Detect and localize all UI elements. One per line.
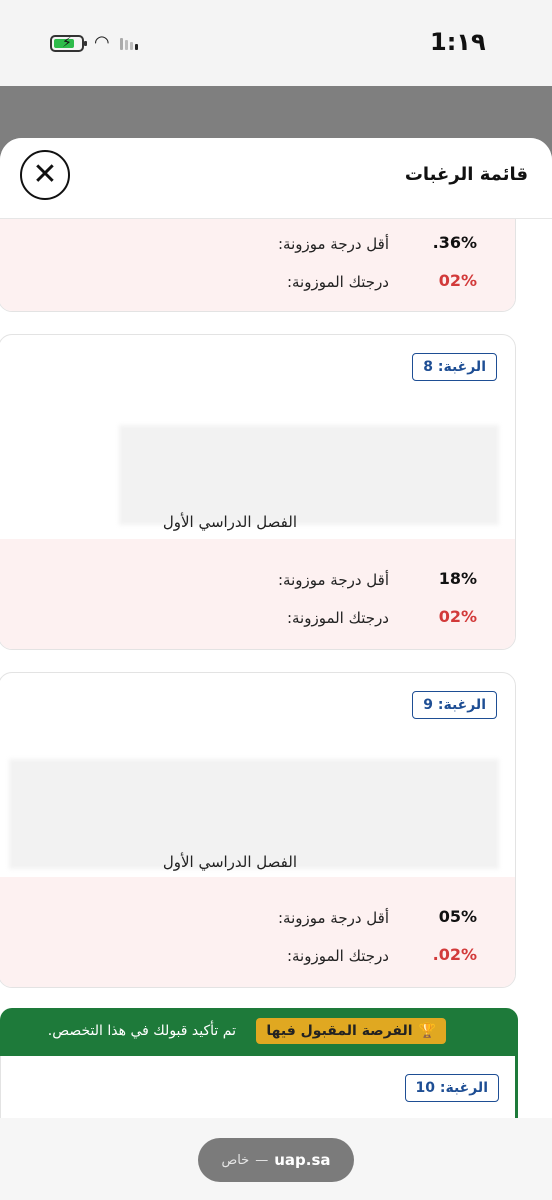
min-score-value: .36% xyxy=(432,233,477,252)
private-mode-label: خاص xyxy=(221,1152,250,1168)
close-icon: ✕ xyxy=(32,157,58,192)
sheet-title: قائمة الرغبات xyxy=(404,164,528,185)
min-score-value: 18% xyxy=(438,569,477,588)
wish-rank-badge: الرغبة: 10 xyxy=(404,1074,499,1102)
accepted-text: تم تأكيد قبولك في هذا التخصص. xyxy=(47,1023,236,1039)
your-score-value: 02% xyxy=(438,607,477,626)
address-bar[interactable]: خاص — uap.sa xyxy=(198,1138,354,1182)
wish-card: الرغبة: 8 الفصل الدراسي الأول أقل درجة م… xyxy=(0,334,516,650)
battery-charging-icon: ⚡ xyxy=(50,34,87,52)
min-score-label: أقل درجة موزونة: xyxy=(277,571,389,589)
min-score-row: أقل درجة موزونة: .36% xyxy=(277,233,477,253)
wifi-icon: ◠ xyxy=(94,32,110,53)
min-score-value: 05% xyxy=(438,907,477,926)
status-time: 1:١٩ xyxy=(430,28,486,56)
your-score-label: درجتك الموزونة: xyxy=(286,273,389,291)
your-score-value: 02% xyxy=(438,271,477,290)
accepted-banner: 🏆 الفرصة المقبول فيها تم تأكيد قبولك في … xyxy=(0,1008,518,1056)
min-score-label: أقل درجة موزونة: xyxy=(277,235,389,253)
your-score-row: درجتك الموزونة: 02% xyxy=(286,271,477,291)
your-score-label: درجتك الموزونة: xyxy=(286,609,389,627)
status-bar: ⚡ ◠ 1:١٩ xyxy=(0,0,552,86)
your-score-value: .02% xyxy=(432,945,477,964)
close-button[interactable]: ✕ xyxy=(20,150,70,200)
status-icons: ⚡ ◠ xyxy=(50,34,138,52)
semester-text: الفصل الدراسي الأول xyxy=(162,513,297,531)
browser-bottom-bar: خاص — uap.sa xyxy=(0,1118,552,1200)
your-score-row: درجتك الموزونة: 02% xyxy=(286,607,477,627)
wishlist-sheet: ✕ قائمة الرغبات أقل درجة موزونة: .36% در… xyxy=(0,138,552,1200)
cellular-signal-icon xyxy=(119,36,138,50)
wishlist-content: أقل درجة موزونة: .36% درجتك الموزونة: 02… xyxy=(0,198,552,1136)
separator: — xyxy=(255,1152,269,1168)
min-score-row: أقل درجة موزونة: 18% xyxy=(277,569,477,589)
domain-text: uap.sa xyxy=(274,1151,331,1169)
wish-rank-badge: الرغبة: 8 xyxy=(412,353,497,381)
semester-text: الفصل الدراسي الأول xyxy=(162,853,297,871)
min-score-label: أقل درجة موزونة: xyxy=(277,909,389,927)
wish-card: الرغبة: 9 الفصل الدراسي الأول أقل درجة م… xyxy=(0,672,516,988)
accepted-label-text: الفرصة المقبول فيها xyxy=(266,1023,413,1039)
your-score-label: درجتك الموزونة: xyxy=(286,947,389,965)
wish-rank-badge: الرغبة: 9 xyxy=(412,691,497,719)
accepted-label: 🏆 الفرصة المقبول فيها xyxy=(256,1018,446,1044)
min-score-row: أقل درجة موزونة: 05% xyxy=(277,907,477,927)
sheet-header: ✕ قائمة الرغبات xyxy=(0,138,552,219)
trophy-icon: 🏆 xyxy=(418,1023,436,1039)
your-score-row: درجتك الموزونة: .02% xyxy=(286,945,477,965)
